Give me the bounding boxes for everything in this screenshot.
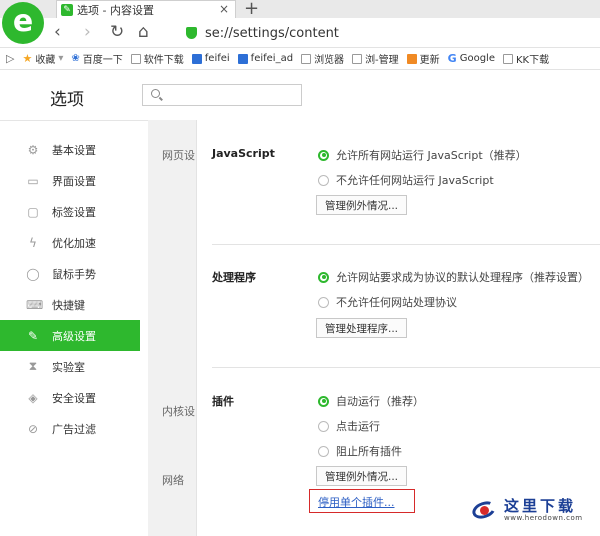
gear-icon: ⚙ bbox=[27, 142, 39, 157]
google-icon: G bbox=[447, 51, 457, 65]
sidebar-item-optimize[interactable]: ϟ 优化加速 bbox=[0, 227, 140, 258]
page-icon bbox=[502, 53, 513, 64]
chevron-down-icon: ▾ bbox=[58, 53, 64, 64]
radio-unchecked-icon bbox=[318, 420, 329, 432]
hourglass-icon: ⧗ bbox=[28, 359, 38, 373]
bookmark-item[interactable]: feifei bbox=[191, 53, 230, 64]
lightning-icon: ϟ bbox=[29, 235, 37, 250]
radio-unchecked-icon bbox=[318, 296, 329, 308]
tab-title: 选项 - 内容设置 bbox=[77, 3, 154, 17]
manage-handlers-button[interactable]: 管理处理程序... bbox=[316, 318, 408, 338]
sidebar-toggle-icon[interactable]: ▷ bbox=[6, 52, 14, 65]
plugins-auto-radio[interactable]: 自动运行（推荐） bbox=[318, 393, 424, 409]
highlight-box bbox=[309, 489, 415, 513]
secure-shield-icon bbox=[186, 27, 197, 39]
bookmark-item[interactable]: 软件下载 bbox=[130, 51, 184, 66]
watermark-text: 这里下载 bbox=[504, 497, 577, 515]
orange-square-icon bbox=[406, 53, 417, 64]
watermark: 这里下载 www.herodown.com bbox=[469, 496, 583, 524]
settings-header: 选项 bbox=[0, 70, 600, 120]
sidebar-item-shortcuts[interactable]: ⌨ 快捷键 bbox=[0, 289, 140, 320]
radio-checked-icon bbox=[318, 149, 329, 161]
section-label-network: 网络 bbox=[162, 474, 184, 487]
tab-close-icon[interactable]: × bbox=[219, 2, 229, 16]
watermark-url: www.herodown.com bbox=[504, 514, 583, 522]
bookmark-item[interactable]: ❀ 百度一下 bbox=[71, 51, 122, 66]
sidebar-item-basic[interactable]: ⚙ 基本设置 bbox=[0, 134, 140, 165]
sidebar-item-interface[interactable]: ▭ 界面设置 bbox=[0, 165, 140, 196]
page-icon bbox=[301, 53, 312, 64]
wrench-icon: ✎ bbox=[27, 328, 39, 343]
radio-unchecked-icon bbox=[318, 174, 329, 186]
baidu-paw-icon: ❀ bbox=[71, 52, 80, 64]
page-icon bbox=[352, 53, 363, 64]
sidebar-item-tabs[interactable]: ▢ 标签设置 bbox=[0, 196, 140, 227]
bookmark-item[interactable]: 浏-管理 bbox=[352, 51, 399, 66]
browser-tab[interactable]: ✎ 选项 - 内容设置 × bbox=[56, 0, 236, 18]
tab-strip: ✎ 选项 - 内容设置 × + bbox=[0, 0, 600, 19]
radio-unchecked-icon bbox=[318, 445, 329, 457]
search-icon bbox=[151, 89, 160, 98]
radio-checked-icon bbox=[318, 395, 329, 407]
bookmark-item[interactable]: 浏览器 bbox=[301, 51, 344, 66]
shield-icon: ◈ bbox=[28, 390, 38, 405]
handlers-block-radio[interactable]: 不允许任何网站处理协议 bbox=[318, 294, 457, 310]
handlers-allow-radio[interactable]: 允许网站要求成为协议的默认处理程序（推荐设置） bbox=[318, 269, 589, 285]
block-icon: ⊘ bbox=[27, 421, 39, 436]
back-button[interactable]: ‹ bbox=[54, 22, 61, 42]
bookmark-item[interactable]: KK下载 bbox=[502, 51, 549, 66]
sidebar-item-security[interactable]: ◈ 安全设置 bbox=[0, 382, 140, 413]
new-tab-button[interactable]: + bbox=[244, 0, 259, 19]
bookmarks-bar: ▷ ★ 收藏 ▾ ❀ 百度一下 软件下载 feifei feifei_ad 浏览器 浏… bbox=[0, 48, 600, 70]
bookmark-item[interactable]: ★ 收藏 ▾ bbox=[22, 51, 64, 67]
javascript-heading: JavaScript bbox=[212, 147, 275, 160]
js-block-radio[interactable]: 不允许任何网站运行 JavaScript bbox=[318, 172, 494, 188]
plugins-heading: 插件 bbox=[212, 395, 234, 408]
page-title: 选项 bbox=[50, 90, 84, 110]
js-allow-radio[interactable]: 允许所有网站运行 JavaScript（推荐） bbox=[318, 147, 527, 163]
plugins-block-radio[interactable]: 阻止所有插件 bbox=[318, 443, 402, 459]
browser-logo-icon[interactable]: e bbox=[2, 2, 44, 44]
settings-favicon-icon: ✎ bbox=[61, 3, 73, 16]
plugins-manage-exceptions-button[interactable]: 管理例外情况... bbox=[316, 466, 408, 486]
keyboard-icon: ⌨ bbox=[26, 297, 44, 312]
navigation-bar: ‹ › ↻ ⌂ se://settings/content bbox=[0, 18, 600, 48]
star-icon: ★ bbox=[22, 51, 33, 65]
bookmark-item[interactable]: feifei_ad bbox=[237, 53, 293, 64]
bookmark-item[interactable]: 更新 bbox=[406, 51, 440, 66]
reload-button[interactable]: ↻ bbox=[110, 22, 124, 42]
section-divider bbox=[212, 367, 600, 368]
home-button[interactable]: ⌂ bbox=[138, 22, 149, 42]
sidebar-item-advanced[interactable]: ✎ 高级设置 bbox=[0, 320, 140, 351]
section-divider bbox=[212, 244, 600, 245]
handlers-heading: 处理程序 bbox=[212, 271, 256, 284]
mouse-icon: ◯ bbox=[26, 266, 40, 281]
sidebar-item-lab[interactable]: ⧗ 实验室 bbox=[0, 351, 140, 382]
window-icon: ▭ bbox=[27, 173, 39, 188]
plugins-click-radio[interactable]: 点击运行 bbox=[318, 418, 380, 434]
blue-square-icon bbox=[191, 53, 202, 64]
section-label-web: 网页设 bbox=[162, 149, 195, 162]
forward-button[interactable]: › bbox=[84, 22, 91, 42]
blue-square-icon bbox=[237, 53, 248, 64]
watermark-logo-icon bbox=[469, 496, 500, 524]
radio-checked-icon bbox=[318, 271, 329, 283]
settings-search-input[interactable] bbox=[142, 84, 302, 106]
sidebar-item-adblock[interactable]: ⊘ 广告过滤 bbox=[0, 413, 140, 444]
settings-sidebar: ⚙ 基本设置 ▭ 界面设置 ▢ 标签设置 ϟ 优化加速 ◯ 鼠标手势 ⌨ 快捷键 ✎ 高级设置… bbox=[0, 120, 148, 536]
sidebar-item-gestures[interactable]: ◯ 鼠标手势 bbox=[0, 258, 140, 289]
page-icon bbox=[130, 53, 141, 64]
address-bar[interactable]: se://settings/content bbox=[176, 22, 596, 44]
js-manage-exceptions-button[interactable]: 管理例外情况... bbox=[316, 195, 408, 215]
bookmark-item[interactable]: G Google bbox=[447, 51, 495, 65]
section-label-core: 内核设 bbox=[162, 405, 195, 418]
url-text: se://settings/content bbox=[205, 25, 339, 41]
tab-icon: ▢ bbox=[27, 204, 39, 219]
